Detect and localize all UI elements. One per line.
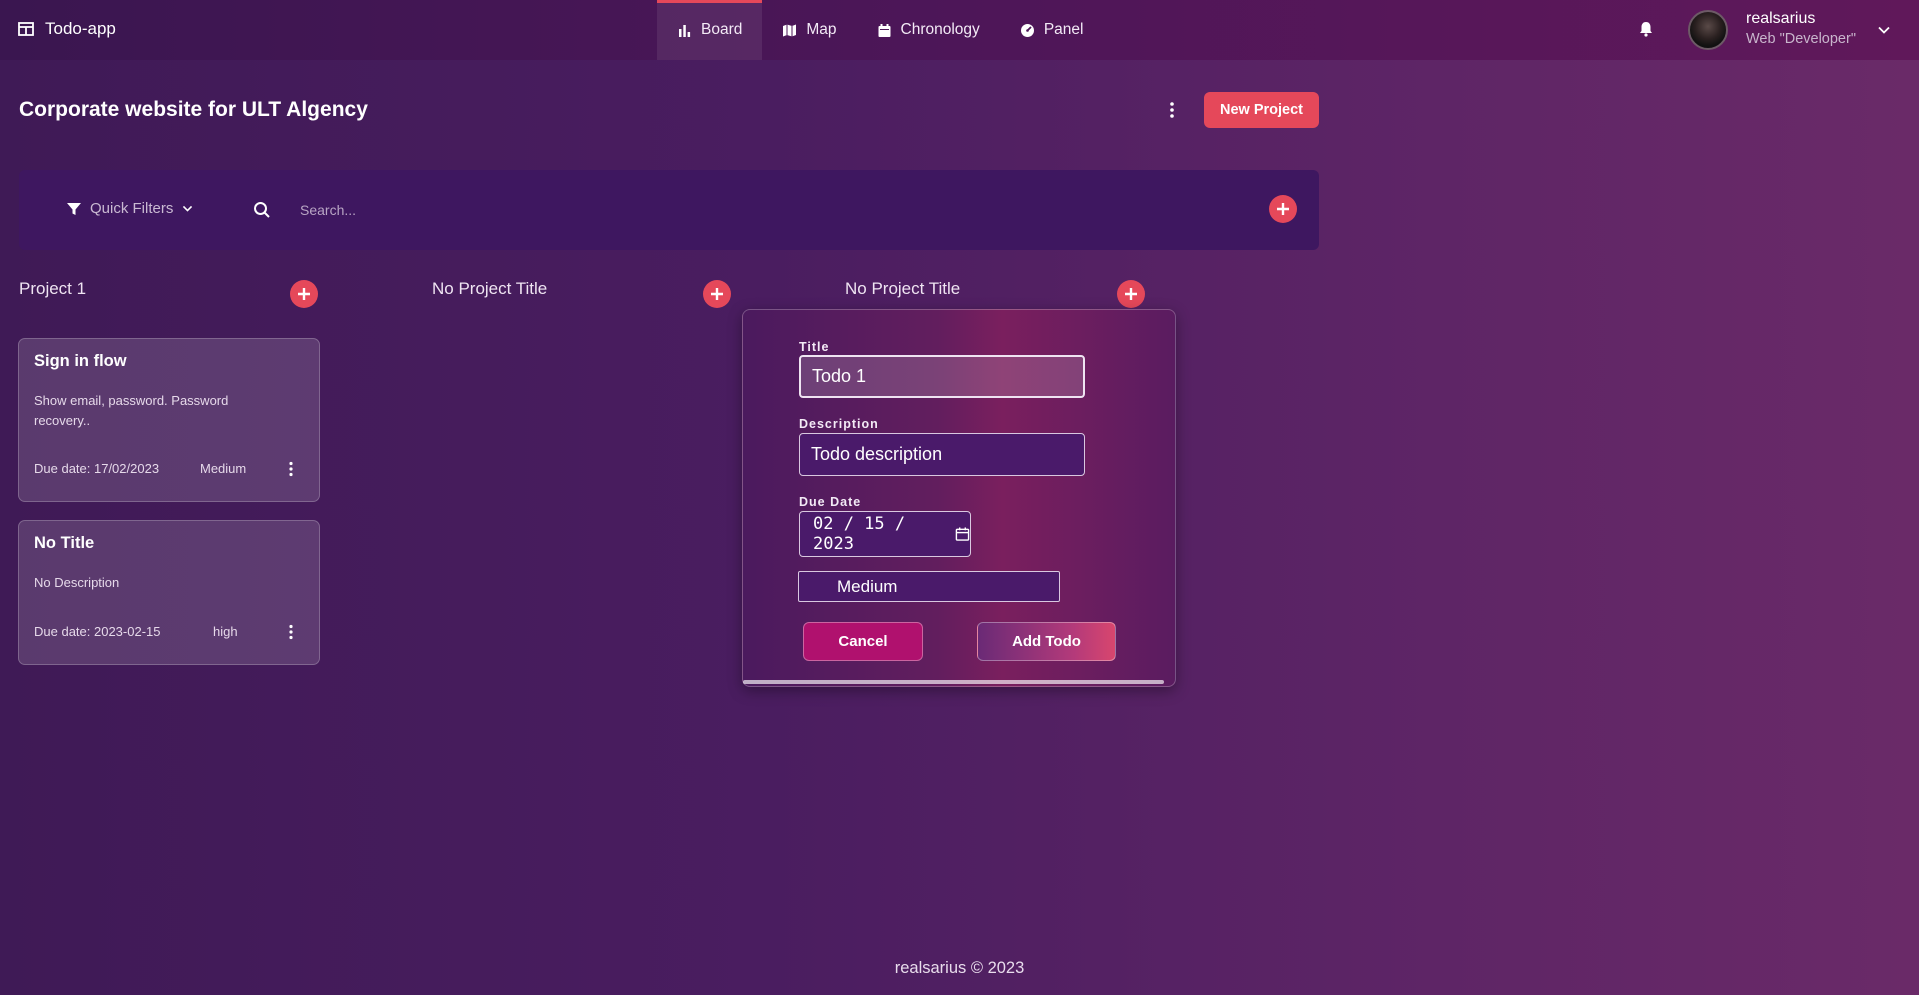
user-name[interactable]: realsarius: [1746, 10, 1815, 28]
nav-chronology-label: Chronology: [900, 21, 980, 38]
more-vertical-icon[interactable]: [1162, 100, 1182, 120]
chevron-down-icon: [183, 205, 193, 212]
add-todo-button[interactable]: Add Todo: [977, 622, 1116, 661]
page-title: Corporate website for ULT Algency: [19, 98, 368, 121]
search-icon: [254, 202, 270, 218]
table-icon: [18, 22, 34, 36]
description-label: Description: [799, 417, 879, 431]
plus-icon: [1277, 203, 1289, 215]
chevron-down-icon[interactable]: [1876, 22, 1892, 38]
bar-chart-icon: [679, 24, 691, 37]
card-priority: Medium: [200, 461, 247, 476]
card-title: Sign in flow: [34, 352, 127, 370]
card-due-date: Due date: 2023-02-15: [34, 624, 161, 639]
top-navbar: Todo-app Board Map Chronology Panel real…: [0, 0, 1919, 60]
todo-card[interactable]: No Title No Description Due date: 2023-0…: [18, 520, 320, 665]
app-brand[interactable]: Todo-app: [18, 19, 116, 39]
card-title: No Title: [34, 534, 95, 552]
user-role: Web "Developer": [1746, 31, 1856, 47]
nav-map-label: Map: [806, 21, 837, 38]
plus-icon: [1125, 288, 1137, 300]
card-description: No Description: [34, 575, 120, 590]
cancel-button[interactable]: Cancel: [803, 622, 923, 661]
card-priority: high: [213, 624, 238, 639]
new-project-button[interactable]: New Project: [1204, 92, 1319, 128]
more-vertical-icon[interactable]: [282, 460, 300, 478]
main-nav: Board Map Chronology Panel: [657, 0, 1103, 60]
nav-chronology[interactable]: Chronology: [857, 0, 1000, 60]
card-due-date: Due date: 17/02/2023: [34, 461, 160, 476]
nav-board-label: Board: [701, 21, 743, 38]
filter-bar: Quick Filters: [19, 170, 1319, 250]
nav-panel-label: Panel: [1043, 21, 1084, 38]
nav-panel[interactable]: Panel: [1000, 0, 1104, 60]
filter-icon: [67, 202, 81, 215]
more-vertical-icon[interactable]: [282, 623, 300, 641]
add-todo-modal: Title Description Due Date 02 / 15 / 202…: [742, 309, 1176, 687]
app-title: Todo-app: [45, 19, 116, 38]
priority-select[interactable]: Medium: [798, 571, 1060, 602]
plus-icon: [298, 288, 310, 300]
avatar[interactable]: [1688, 10, 1728, 50]
card-description: Show email, password. Password recovery.…: [34, 393, 229, 428]
map-icon: [783, 24, 797, 36]
title-input[interactable]: [799, 355, 1085, 398]
footer-copyright: realsarius © 2023: [894, 959, 1025, 977]
plus-icon: [711, 288, 723, 300]
column-title: No Project Title: [845, 279, 961, 298]
bell-icon[interactable]: [1637, 20, 1655, 38]
description-input[interactable]: [799, 433, 1085, 476]
quick-filters-label: Quick Filters: [90, 200, 174, 217]
due-date-input[interactable]: 02 / 15 / 2023: [799, 511, 971, 557]
due-date-label: Due Date: [799, 495, 862, 509]
gauge-icon: [1020, 23, 1034, 37]
column-title: Project 1: [19, 279, 87, 298]
todo-card[interactable]: Sign in flow Show email, password. Passw…: [18, 338, 320, 502]
search-input[interactable]: [300, 196, 1000, 224]
title-label: Title: [799, 340, 830, 354]
add-filter-button[interactable]: [1269, 195, 1297, 223]
nav-map[interactable]: Map: [762, 0, 856, 60]
nav-board[interactable]: Board: [657, 0, 763, 60]
add-card-button[interactable]: [290, 280, 318, 308]
due-date-value: 02 / 15 / 2023: [813, 514, 906, 554]
modal-progress-bar: [743, 680, 1164, 684]
calendar-icon[interactable]: [955, 526, 970, 542]
add-card-button[interactable]: [1117, 280, 1145, 308]
quick-filters-dropdown[interactable]: Quick Filters: [66, 200, 194, 217]
calendar-icon: [878, 23, 891, 37]
column-title: No Project Title: [432, 279, 548, 298]
add-card-button[interactable]: [703, 280, 731, 308]
